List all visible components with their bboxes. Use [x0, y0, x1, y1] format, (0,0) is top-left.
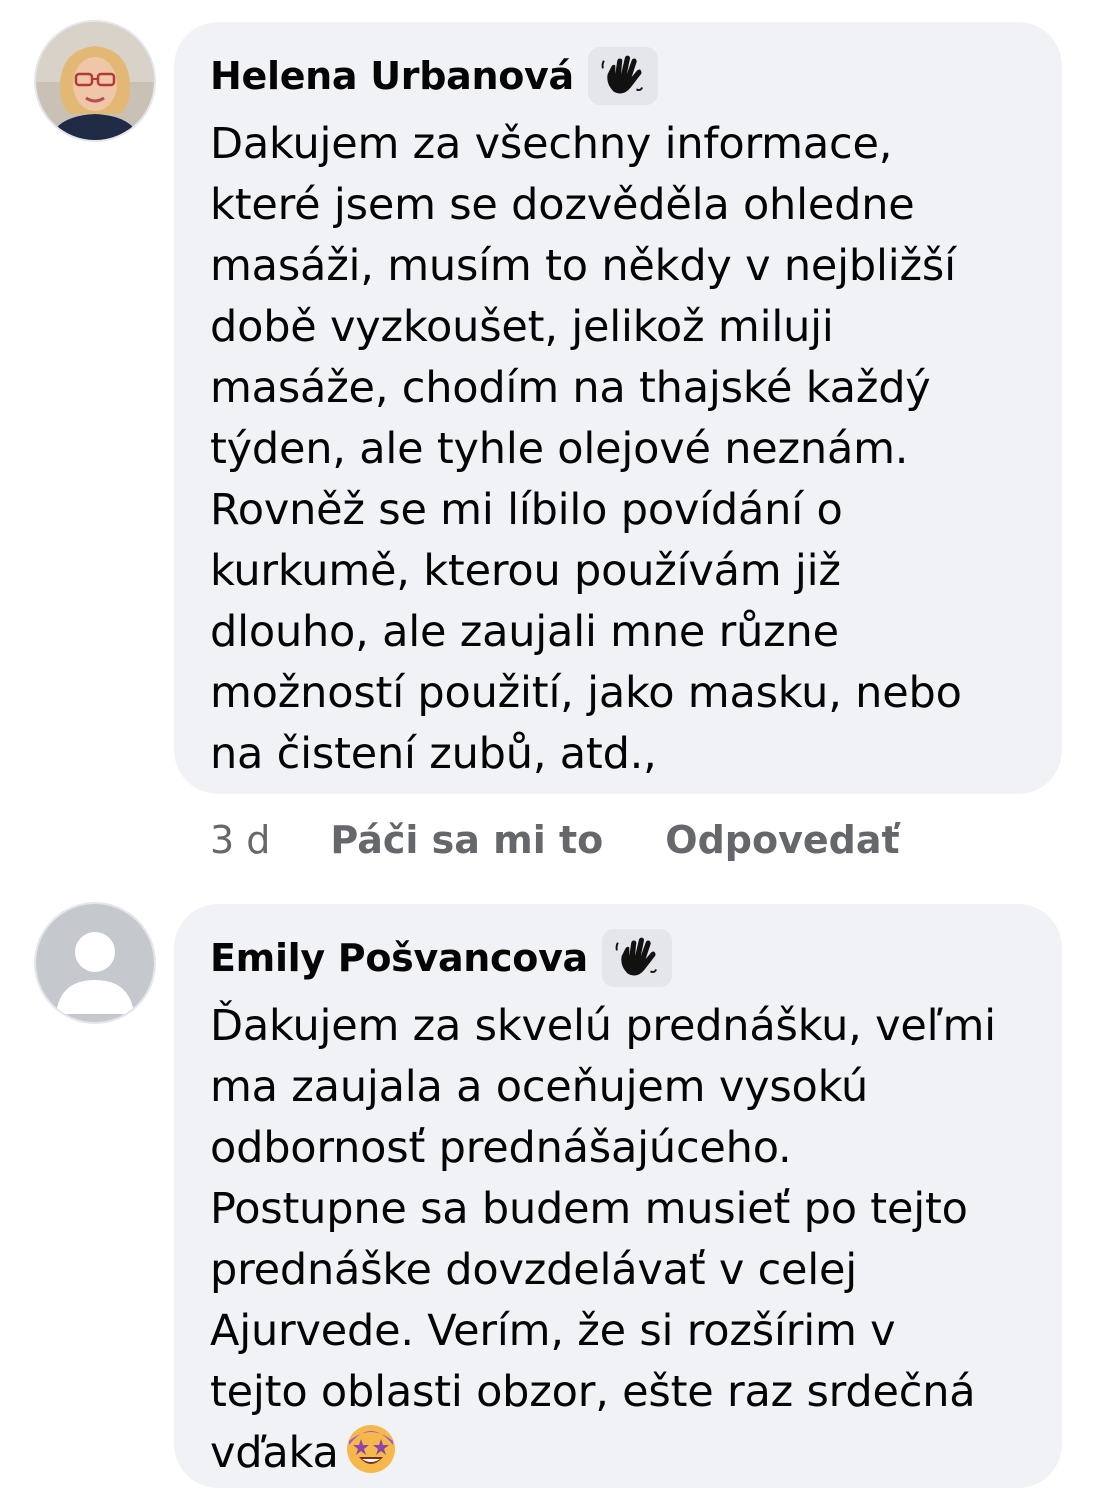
comment-bubble: Helena Urbanová Dakujem za všechny infor… — [174, 22, 1062, 794]
comment-text-content: Ďakujem za skvelú prednášku, veľmi ma za… — [210, 1001, 996, 1478]
waving-hand-icon — [601, 929, 672, 987]
author-row: Helena Urbanová — [210, 44, 1032, 108]
star-struck-emoji-icon — [345, 1423, 397, 1492]
avatar[interactable] — [36, 22, 154, 140]
author-row: Emily Pošvancova — [210, 926, 1032, 990]
timestamp[interactable]: 3 d — [210, 818, 270, 862]
default-avatar-icon — [36, 904, 154, 1022]
waving-hand-icon — [587, 47, 658, 105]
reply-button[interactable]: Odpovedať — [665, 818, 899, 862]
like-button[interactable]: Páči sa mi to — [330, 818, 603, 862]
author-name[interactable]: Emily Pošvancova — [210, 936, 588, 980]
avatar[interactable] — [36, 904, 154, 1022]
profile-photo-icon — [36, 22, 154, 140]
comment-text: Dakujem za všechny informace, které jsem… — [210, 119, 962, 779]
comment-bubble: Emily Pošvancova Ďakujem za skvelú predn… — [174, 904, 1062, 1488]
author-name[interactable]: Helena Urbanová — [210, 54, 574, 98]
comment-actions: 3 d Páči sa mi to Odpovedať — [210, 810, 962, 870]
comment-text: Ďakujem za skvelú prednášku, veľmi ma za… — [210, 996, 1032, 1492]
